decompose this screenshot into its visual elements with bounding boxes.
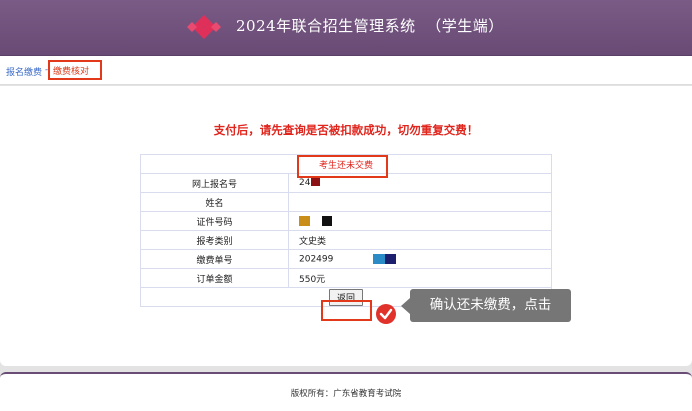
redaction-block bbox=[373, 253, 386, 264]
table-row: 报考类别 文史类 bbox=[140, 230, 552, 250]
back-button-highlight bbox=[321, 300, 372, 321]
table-row: 姓名 bbox=[140, 192, 552, 212]
row-label: 报考类别 bbox=[140, 230, 289, 250]
redaction-block bbox=[299, 215, 310, 226]
checkmark-icon bbox=[376, 304, 396, 324]
instruction-tooltip: 确认还未缴费，点击 bbox=[410, 289, 571, 322]
footer: 版权所有：广东省教育考试院 bbox=[0, 372, 692, 411]
registration-number: 24 bbox=[299, 178, 311, 188]
redaction-block bbox=[385, 253, 397, 264]
table-row: 订单金额 550元 bbox=[140, 268, 552, 288]
tooltip-arrow bbox=[401, 298, 410, 314]
breadcrumb-link-payment[interactable]: 报名缴费 bbox=[6, 65, 42, 78]
breadcrumb-highlight bbox=[48, 60, 102, 80]
row-label: 证件号码 bbox=[140, 211, 289, 231]
status-highlight bbox=[297, 155, 388, 178]
row-value: 550元 bbox=[288, 268, 552, 288]
app-header: 2024年联合招生管理系统 （学生端） bbox=[0, 0, 692, 56]
table-row: 缴费单号 202499 bbox=[140, 249, 552, 269]
row-label: 网上报名号 bbox=[140, 173, 289, 193]
app-title: 2024年联合招生管理系统 （学生端） bbox=[236, 17, 504, 35]
row-label: 姓名 bbox=[140, 192, 289, 212]
copyright-text: 版权所有：广东省教育考试院 bbox=[290, 389, 402, 399]
row-value bbox=[288, 192, 552, 212]
row-label: 缴费单号 bbox=[140, 249, 289, 269]
redaction-block bbox=[322, 215, 332, 226]
row-label: 订单金额 bbox=[140, 268, 289, 288]
table-row: 证件号码 bbox=[140, 211, 552, 231]
breadcrumb: 报名缴费 - 缴费核对 bbox=[0, 56, 692, 85]
row-value: 文史类 bbox=[288, 230, 552, 250]
order-number: 202499 bbox=[299, 254, 334, 265]
payment-warning: 支付后，请先查询是否被扣款成功，切勿重复交费！ bbox=[213, 123, 479, 137]
logo-icon bbox=[187, 15, 221, 39]
row-value bbox=[288, 211, 552, 231]
row-value: 202499 bbox=[288, 249, 552, 269]
